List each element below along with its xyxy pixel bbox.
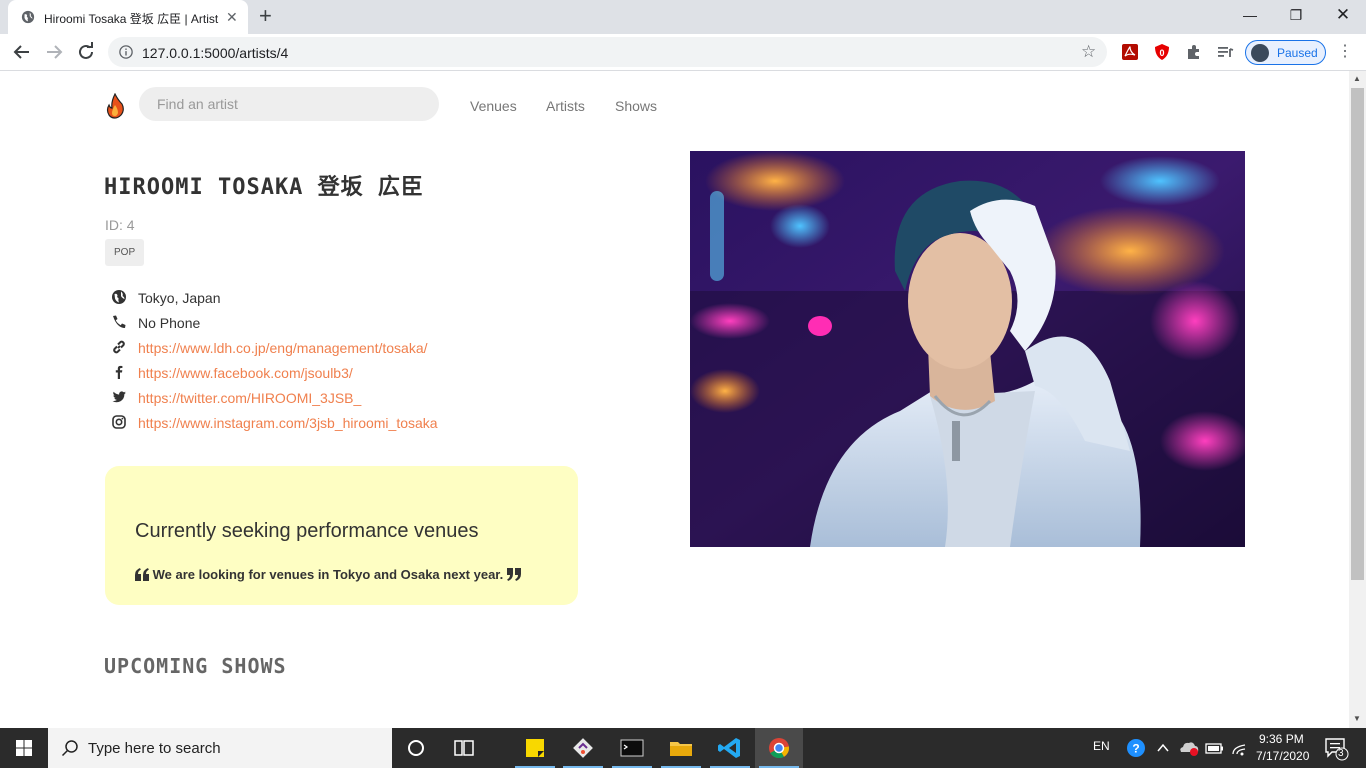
taskbar-search-box[interactable]: Type here to search xyxy=(48,728,392,768)
globe-icon xyxy=(21,10,35,24)
close-window-button[interactable]: ✕ xyxy=(1320,4,1366,26)
link-icon xyxy=(113,340,125,354)
task-view-icon[interactable] xyxy=(440,728,488,768)
close-tab-icon[interactable]: ✕ xyxy=(226,9,238,25)
browser-tab-bar: Hiroomi Tosaka 登坂 広臣 | Artist ✕ + — ❐ ✕ xyxy=(0,0,1366,34)
phone-icon xyxy=(113,315,126,328)
file-explorer-icon[interactable] xyxy=(657,728,705,768)
profile-paused-button[interactable]: Paused xyxy=(1245,40,1326,65)
twitter-link[interactable]: https://twitter.com/HIROOMI_3JSB_ xyxy=(138,390,361,406)
chrome-icon[interactable] xyxy=(755,728,803,768)
browser-toolbar: 127.0.0.1:5000/artists/4 ☆ 0 Paused ⋮ xyxy=(0,34,1366,71)
sticky-notes-icon[interactable] xyxy=(511,728,559,768)
cortana-circle-icon[interactable] xyxy=(392,728,440,768)
artist-id: ID: 4 xyxy=(105,217,135,233)
browser-tab[interactable]: Hiroomi Tosaka 登坂 広臣 | Artist ✕ xyxy=(8,0,248,34)
scroll-up-arrow-icon[interactable]: ▲ xyxy=(1353,74,1361,83)
onedrive-sync-error-icon[interactable] xyxy=(1176,728,1202,768)
instagram-icon xyxy=(112,415,126,429)
flame-logo-icon[interactable] xyxy=(105,93,125,119)
svg-text:?: ? xyxy=(1132,742,1139,756)
scroll-down-arrow-icon[interactable]: ▼ xyxy=(1353,714,1361,723)
site-info-icon[interactable] xyxy=(119,45,133,59)
globe-icon xyxy=(112,290,126,304)
quote-right-icon xyxy=(506,568,521,581)
seeking-title: Currently seeking performance venues xyxy=(135,520,479,542)
nav-artists-link[interactable]: Artists xyxy=(546,98,585,114)
taskbar-search-text: Type here to search xyxy=(88,740,221,757)
address-bar[interactable]: 127.0.0.1:5000/artists/4 ☆ xyxy=(108,37,1107,67)
minimize-window-button[interactable]: — xyxy=(1227,4,1273,26)
back-arrow-icon[interactable] xyxy=(10,40,34,64)
forward-arrow-icon[interactable] xyxy=(42,40,66,64)
facebook-icon xyxy=(115,365,123,379)
notifications-icon[interactable] xyxy=(1320,728,1352,768)
language-indicator[interactable]: EN xyxy=(1093,739,1110,753)
quote-left-icon xyxy=(135,568,149,581)
bookmark-star-icon[interactable]: ☆ xyxy=(1081,43,1096,61)
nav-shows-link[interactable]: Shows xyxy=(615,98,657,114)
seeking-description-text: We are looking for venues in Tokyo and O… xyxy=(152,567,504,582)
notification-count-badge: 3 xyxy=(1338,748,1344,759)
windows-start-icon[interactable] xyxy=(0,728,48,768)
twitter-icon xyxy=(112,391,126,403)
browser-menu-icon[interactable]: ⋮ xyxy=(1337,42,1353,62)
genre-tag: POP xyxy=(105,239,145,266)
restore-window-button[interactable]: ❐ xyxy=(1273,4,1319,26)
svg-text:0: 0 xyxy=(1159,48,1164,58)
tab-title: Hiroomi Tosaka 登坂 広臣 | Artist xyxy=(44,12,219,26)
pdf-extension-icon[interactable] xyxy=(1121,43,1139,61)
nav-venues-link[interactable]: Venues xyxy=(470,98,517,114)
location-text: Tokyo, Japan xyxy=(138,290,221,306)
reload-icon[interactable] xyxy=(74,40,98,64)
avatar xyxy=(1251,44,1269,62)
facebook-link[interactable]: https://www.facebook.com/jsoulb3/ xyxy=(138,365,353,381)
instagram-link[interactable]: https://www.instagram.com/3jsb_hiroomi_t… xyxy=(138,415,438,431)
clock-date[interactable]: 7/17/2020 xyxy=(1256,749,1309,763)
ublock-extension-icon[interactable]: 0 xyxy=(1153,43,1171,61)
profile-label: Paused xyxy=(1277,46,1318,60)
show-hidden-icons-chevron-icon[interactable] xyxy=(1152,728,1174,768)
upcoming-shows-heading: UPCOMING SHOWS xyxy=(104,654,287,678)
scrollbar-thumb[interactable] xyxy=(1351,88,1364,580)
windows-taskbar: Type here to search EN ? 9:36 PM 7/17/20… xyxy=(0,728,1366,768)
search-icon xyxy=(61,740,78,757)
website-link[interactable]: https://www.ldh.co.jp/eng/management/tos… xyxy=(138,340,428,356)
url-text: 127.0.0.1:5000/artists/4 xyxy=(142,45,289,61)
page-content: Venues Artists Shows HIROOMI TOSAKA 登坂 広… xyxy=(0,71,1349,728)
clock-time[interactable]: 9:36 PM xyxy=(1259,732,1304,746)
vscode-icon[interactable] xyxy=(706,728,754,768)
artist-search-input[interactable] xyxy=(139,87,439,121)
extensions-puzzle-icon[interactable] xyxy=(1185,43,1203,61)
seeking-description: We are looking for venues in Tokyo and O… xyxy=(135,567,521,582)
new-tab-button[interactable]: + xyxy=(259,5,272,27)
terminal-icon[interactable] xyxy=(608,728,656,768)
media-queue-icon[interactable] xyxy=(1216,43,1234,61)
help-icon[interactable]: ? xyxy=(1122,728,1150,768)
artist-name-heading: HIROOMI TOSAKA 登坂 広臣 xyxy=(104,175,424,200)
battery-icon[interactable] xyxy=(1202,728,1226,768)
artist-photo xyxy=(690,151,1245,547)
seeking-venues-callout: Currently seeking performance venues We … xyxy=(105,466,578,605)
git-app-icon[interactable] xyxy=(559,728,607,768)
wifi-icon[interactable] xyxy=(1228,728,1252,768)
phone-text: No Phone xyxy=(138,315,201,331)
page-scrollbar[interactable]: ▲ ▼ xyxy=(1349,71,1366,728)
